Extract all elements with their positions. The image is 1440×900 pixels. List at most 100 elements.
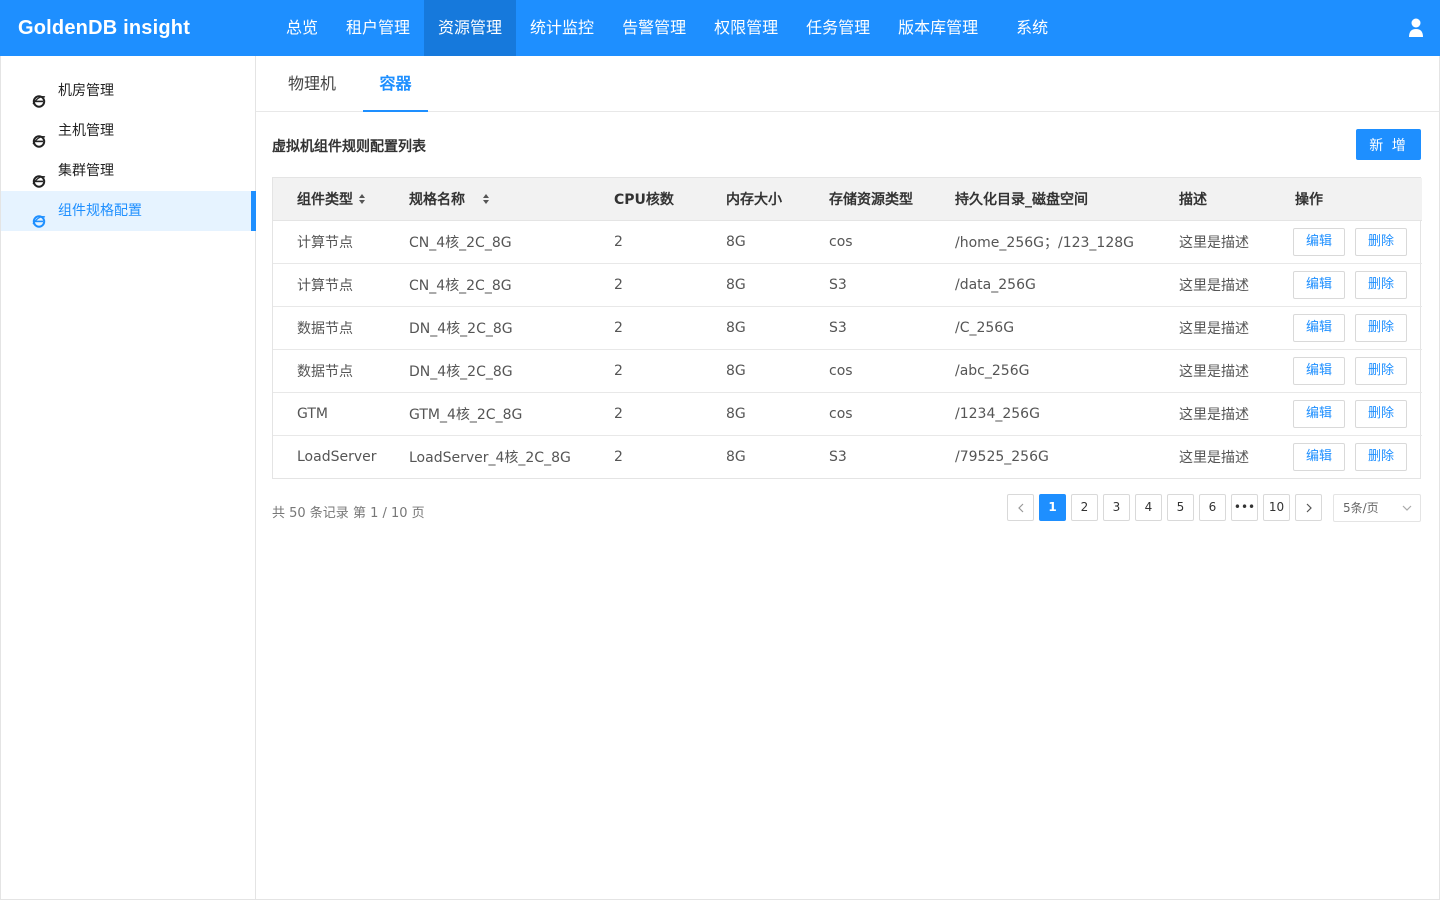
tab-container[interactable]: 容器	[363, 56, 428, 112]
prev-page-button[interactable]	[1007, 494, 1034, 521]
page-button-3[interactable]: 3	[1103, 494, 1130, 521]
delete-button[interactable]: 删除	[1355, 442, 1407, 471]
column-header-label: CPU核数	[614, 191, 674, 208]
page-button-2[interactable]: 2	[1071, 494, 1098, 521]
delete-button[interactable]: 删除	[1355, 356, 1407, 385]
ie-icon	[32, 204, 46, 228]
column-header-1[interactable]: 规格名称	[385, 178, 590, 221]
page-button-4[interactable]: 4	[1135, 494, 1162, 521]
cell-mem: 8G	[702, 306, 805, 350]
cell-spec: GTM_4核_2C_8G	[385, 392, 590, 436]
edit-button[interactable]: 编辑	[1293, 399, 1345, 428]
next-page-button[interactable]	[1295, 494, 1322, 521]
tab-physical-machine[interactable]: 物理机	[272, 56, 352, 112]
sidebar-item-2[interactable]: 集群管理	[1, 151, 255, 191]
nav-item-3[interactable]: 统计监控	[516, 0, 608, 56]
delete-button[interactable]: 删除	[1355, 270, 1407, 299]
cell-actions: 编辑 删除	[1271, 306, 1422, 350]
nav-item-5[interactable]: 权限管理	[700, 0, 792, 56]
cell-actions: 编辑 删除	[1271, 263, 1422, 307]
nav-item-6[interactable]: 任务管理	[792, 0, 884, 56]
section-title: 虚拟机组件规则配置列表	[272, 139, 426, 155]
cell-mem: 8G	[702, 392, 805, 436]
cell-dir: /data_256G	[931, 263, 1155, 307]
cell-type: 数据节点	[273, 349, 385, 393]
page-button-1[interactable]: 1	[1039, 494, 1066, 521]
tab-bar: 物理机 容器	[256, 56, 1439, 112]
page-button-5[interactable]: 5	[1167, 494, 1194, 521]
column-header-6: 描述	[1155, 178, 1271, 221]
chevron-left-icon	[1017, 503, 1023, 512]
cell-type: 计算节点	[273, 220, 385, 264]
cell-type: 计算节点	[273, 263, 385, 307]
edit-button[interactable]: 编辑	[1293, 227, 1345, 256]
delete-button[interactable]: 删除	[1355, 313, 1407, 342]
delete-button[interactable]: 删除	[1355, 399, 1407, 428]
cell-dir: /C_256G	[931, 306, 1155, 350]
sidebar-item-1[interactable]: 主机管理	[1, 111, 255, 151]
sidebar-item-3[interactable]: 组件规格配置	[1, 191, 256, 231]
column-header-2: CPU核数	[590, 178, 702, 221]
cell-storage: cos	[805, 220, 931, 264]
ie-icon	[32, 164, 46, 188]
table-body: 计算节点 CN_4核_2C_8G 2 8G cos/home_256G；/123_128…	[273, 220, 1422, 478]
table-header: 组件类型 规格名称 CPU核数 内存大小 存储资源类型 持久化目录_磁盘空间 描述 操作	[273, 178, 1422, 221]
pagination: 1 2 3 4 5 6 ••• 10	[1007, 494, 1327, 521]
edit-button[interactable]: 编辑	[1293, 442, 1345, 471]
nav-item-2[interactable]: 资源管理	[424, 0, 517, 56]
nav-item-8[interactable]: 系统	[1002, 0, 1062, 56]
cell-desc: 这里是描述	[1155, 392, 1271, 436]
sort-icon[interactable]	[353, 192, 366, 208]
nav-item-7[interactable]: 版本库管理	[884, 0, 992, 56]
column-header-label: 存储资源类型	[829, 191, 913, 208]
sort-icon[interactable]	[477, 192, 490, 208]
pagination-summary: 共 50 条记录 第 1 / 10 页	[272, 506, 425, 521]
cell-spec: DN_4核_2C_8G	[385, 306, 590, 350]
cell-cpu: 2	[590, 220, 702, 264]
column-header-7: 操作	[1271, 178, 1422, 221]
ie-icon	[32, 124, 46, 148]
cell-type: LoadServer	[297, 448, 377, 465]
page-ellipsis[interactable]: •••	[1231, 494, 1258, 521]
cell-desc: 这里是描述	[1155, 306, 1271, 350]
cell-storage: S3	[805, 306, 931, 350]
page-button-6[interactable]: 6	[1199, 494, 1226, 521]
brand-logo[interactable]: GoldenDB insight	[18, 0, 190, 56]
page-size-select[interactable]: 5条/页	[1333, 494, 1421, 522]
edit-button[interactable]: 编辑	[1293, 313, 1345, 342]
table-row: LoadServer LoadServer_4核_2C_8G 2 8G S3/79525…	[273, 435, 1422, 478]
page-button-10[interactable]: 10	[1263, 494, 1290, 521]
cell-dir: /home_256G；/123_128G	[931, 220, 1155, 264]
edit-button[interactable]: 编辑	[1293, 270, 1345, 299]
chevron-down-icon	[1402, 505, 1412, 511]
add-button[interactable]: 新 增	[1356, 129, 1421, 160]
nav-item-4[interactable]: 告警管理	[608, 0, 700, 56]
main-content: 物理机 容器 虚拟机组件规则配置列表 新 增 组件类型 规格名称 CPU核数 内存大小…	[256, 56, 1440, 900]
nav-item-0[interactable]: 总览	[272, 0, 332, 56]
nav-item-1[interactable]: 租户管理	[332, 0, 424, 56]
sidebar-item-label: 主机管理	[58, 123, 114, 139]
sidebar: 机房管理主机管理集群管理 组件规格配置	[0, 56, 256, 900]
cell-storage: cos	[805, 349, 931, 393]
cell-storage: cos	[805, 392, 931, 436]
delete-button[interactable]: 删除	[1355, 227, 1407, 256]
user-icon[interactable]	[1408, 18, 1424, 38]
column-header-5: 持久化目录_磁盘空间	[931, 178, 1155, 221]
cell-mem: 8G	[726, 448, 746, 465]
cell-actions: 编辑 删除	[1271, 392, 1422, 436]
cell-actions: 编辑 删除	[1271, 349, 1422, 393]
cell-cpu: 2	[590, 349, 702, 393]
column-header-label: 组件类型	[297, 191, 353, 208]
page-size-value: 5条/页	[1343, 501, 1379, 515]
cell-spec: CN_4核_2C_8G	[385, 220, 590, 264]
sidebar-item-0[interactable]: 机房管理	[1, 71, 255, 111]
cell-storage: S3	[829, 448, 847, 465]
cell-dir: /1234_256G	[931, 392, 1155, 436]
column-header-0[interactable]: 组件类型	[273, 178, 385, 221]
edit-button[interactable]: 编辑	[1293, 356, 1345, 385]
column-header-4: 存储资源类型	[805, 178, 931, 221]
cell-mem: 8G	[702, 263, 805, 307]
cell-cpu: 2	[590, 263, 702, 307]
cell-type: GTM	[273, 392, 385, 436]
cell-dir: /abc_256G	[931, 349, 1155, 393]
